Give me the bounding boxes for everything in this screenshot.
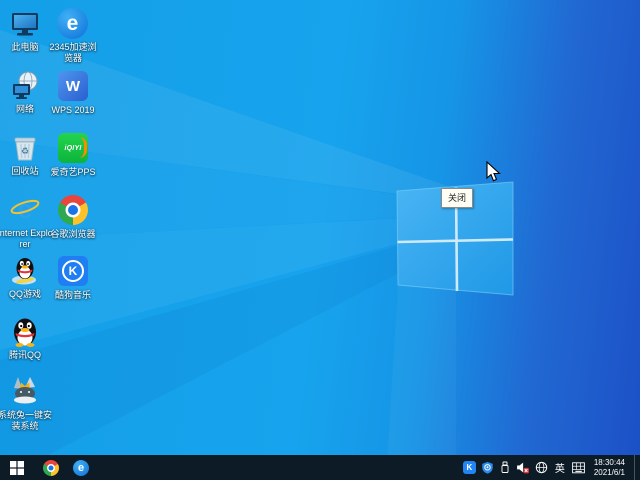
- ime-language-indicator[interactable]: 英: [553, 460, 567, 475]
- network-globe-tray-icon[interactable]: [535, 461, 548, 474]
- start-button[interactable]: [2, 455, 32, 480]
- shadow-beam: [0, 212, 516, 480]
- iqiyi-orange-accent: [79, 137, 87, 158]
- chrome-icon: [43, 460, 59, 476]
- recycle-bin-icon: ♻: [9, 132, 41, 164]
- svg-text:♻: ♻: [21, 146, 29, 156]
- usb-device-tray-icon[interactable]: [499, 461, 511, 474]
- qq-penguin-icon: [9, 316, 41, 348]
- taskbar-2345-browser-button[interactable]: e: [66, 455, 96, 480]
- 2345-e-glyph: e: [67, 12, 79, 36]
- 2345-browser-icon: e: [73, 460, 89, 476]
- show-desktop-button[interactable]: [634, 455, 640, 480]
- security-shield-tray-icon[interactable]: [481, 461, 494, 474]
- desktop-icon-label: 谷歌浏览器: [45, 229, 101, 240]
- light-beam: [386, 285, 456, 480]
- desktop-icon-wps-2019[interactable]: W WPS 2019: [45, 70, 101, 116]
- kugou-tray-icon[interactable]: K: [463, 461, 476, 474]
- rabbit-icon: [9, 376, 41, 408]
- kugou-k-glyph: K: [69, 264, 78, 278]
- desktop-icon-label: 酷狗音乐: [45, 290, 101, 301]
- kugou-k-glyph: K: [466, 463, 472, 472]
- desktop-icon-label: WPS 2019: [45, 105, 101, 116]
- desktop-icon-label: 系统兔一键安装系统: [0, 410, 53, 432]
- desktop-icon-label: 2345加速浏览器: [45, 42, 101, 64]
- kugou-icon: K: [57, 256, 89, 288]
- wps-w-glyph: W: [66, 78, 80, 95]
- chrome-icon: [57, 195, 89, 227]
- desktop-icon-iqiyi-pps[interactable]: iQIYI 爱奇艺PPS: [45, 132, 101, 178]
- clock-time: 18:30:44: [594, 458, 625, 468]
- taskbar-clock[interactable]: 18:30:44 2021/6/1: [590, 458, 629, 477]
- desktop-icon-2345-browser[interactable]: e 2345加速浏览器: [45, 8, 101, 64]
- taskbar-chrome-button[interactable]: [36, 455, 66, 480]
- computer-icon: [9, 8, 41, 40]
- 2345-browser-icon: e: [57, 8, 89, 40]
- desktop-icon-google-chrome[interactable]: 谷歌浏览器: [45, 194, 101, 240]
- desktop-icon-tencent-qq[interactable]: 腾讯QQ: [0, 316, 53, 361]
- system-tray: K: [463, 455, 640, 480]
- clock-date: 2021/6/1: [594, 468, 625, 478]
- desktop-icon-label: 腾讯QQ: [0, 350, 53, 361]
- iqiyi-icon: iQIYI: [57, 133, 89, 165]
- volume-muted-tray-icon[interactable]: [516, 461, 530, 474]
- 2345-e-glyph: e: [78, 462, 84, 474]
- taskbar: e K: [0, 455, 640, 480]
- desktop-icon-kugou-music[interactable]: K 酷狗音乐: [45, 255, 101, 301]
- touch-keyboard-tray-icon[interactable]: [572, 462, 585, 474]
- network-globe-icon: [9, 70, 41, 102]
- internet-explorer-icon: e: [9, 194, 41, 226]
- close-tooltip: 关闭: [441, 188, 473, 208]
- windows-desktop: 此电脑 网络 ♻ 回收站: [0, 0, 640, 480]
- qq-games-penguin-icon: [9, 255, 41, 287]
- windows-start-icon: [10, 461, 24, 475]
- desktop-icon-system-rabbit[interactable]: 系统兔一键安装系统: [0, 376, 53, 432]
- wps-icon: W: [57, 71, 89, 103]
- desktop-icon-label: 爱奇艺PPS: [45, 167, 101, 178]
